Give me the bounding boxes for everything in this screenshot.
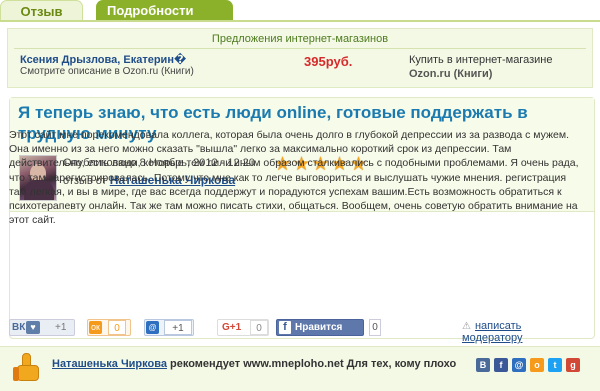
warning-icon: ⚠ bbox=[462, 321, 471, 332]
share-icons: В f @ о t g bbox=[476, 358, 584, 374]
odnoklassniki-icon: ок bbox=[89, 321, 102, 334]
mailru-icon: @ bbox=[146, 321, 159, 334]
gplus-count: 0 bbox=[250, 320, 268, 335]
gplus-label: G+1 bbox=[222, 322, 242, 333]
twitter-icon[interactable]: t bbox=[548, 358, 562, 372]
offer-shop-name[interactable]: Ozon.ru (Книги) bbox=[409, 68, 492, 80]
ok-count: 0 bbox=[108, 320, 126, 335]
recommend-author-link[interactable]: Наташенька Чиркова bbox=[52, 358, 167, 370]
gplus-share-button[interactable]: G+1 0 bbox=[217, 319, 269, 336]
facebook-like-button[interactable]: f Нравится bbox=[276, 319, 364, 336]
heart-icon: ♥ bbox=[26, 321, 40, 334]
facebook-like-count: 0 bbox=[369, 319, 381, 336]
mailru-icon[interactable]: @ bbox=[512, 358, 526, 372]
social-share-row: ВК ♥ +1 ок 0 @ +1 G+1 0 f Нравится 0 ⚠ на… bbox=[9, 319, 579, 344]
offer-buy-label[interactable]: Купить в интернет-магазине bbox=[409, 54, 552, 66]
report-moderator-link[interactable]: написать модератору bbox=[462, 320, 523, 344]
store-offers-panel: Предложения интернет-магазинов Ксения Др… bbox=[7, 28, 593, 88]
vk-count: +1 bbox=[55, 322, 67, 333]
mail-share-button[interactable]: @ +1 bbox=[144, 319, 194, 336]
offers-divider bbox=[14, 48, 586, 49]
offer-price[interactable]: 395руб. bbox=[304, 54, 352, 69]
facebook-like-label: Нравится bbox=[295, 322, 343, 333]
facebook-icon: f bbox=[279, 321, 291, 334]
facebook-icon[interactable]: f bbox=[494, 358, 508, 372]
ok-share-button[interactable]: ок 0 bbox=[87, 319, 131, 336]
tab-review[interactable]: Отзыв bbox=[0, 0, 83, 22]
mail-count: +1 bbox=[164, 320, 192, 335]
vk-label: ВК bbox=[12, 322, 26, 333]
tab-details[interactable]: Подробности bbox=[96, 0, 233, 22]
recommend-message: рекомендует www.mneploho.net Для тех, ко… bbox=[166, 358, 457, 370]
vk-icon[interactable]: В bbox=[476, 358, 490, 372]
odnoklassniki-icon[interactable]: о bbox=[530, 358, 544, 372]
vk-share-button[interactable]: ВК ♥ +1 bbox=[9, 319, 75, 336]
recommend-bar: Наташенька Чиркова рекомендует www.mnepl… bbox=[0, 346, 600, 391]
tab-bar: Отзыв Подробности bbox=[0, 0, 600, 22]
offer-product-link[interactable]: Ксения Дрызлова, Екатерин� bbox=[20, 53, 186, 66]
thumbs-up-icon bbox=[13, 353, 43, 383]
offers-title: Предложения интернет-магазинов bbox=[211, 33, 389, 45]
recommend-text: Наташенька Чиркова рекомендует www.mnepl… bbox=[52, 358, 456, 370]
report-moderator[interactable]: ⚠ написать модератору bbox=[462, 320, 579, 344]
offer-description: Смотрите описание в Ozon.ru (Книги) bbox=[20, 66, 194, 77]
gplus-icon[interactable]: g bbox=[566, 358, 580, 372]
review-text: Этот сайт мне порекомендовала коллега, к… bbox=[9, 129, 579, 227]
